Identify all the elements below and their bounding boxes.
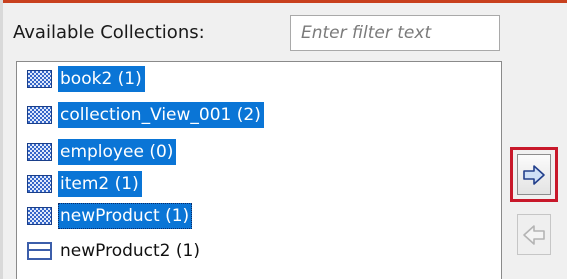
list-item-label: collection_View_001 (2) xyxy=(58,102,264,128)
collections-dialog: Available Collections: book2 (1) collect… xyxy=(0,0,567,279)
arrow-right-icon xyxy=(523,164,545,185)
collection-icon xyxy=(27,70,52,88)
list-item-item2[interactable]: item2 (1) xyxy=(27,171,142,197)
collection-icon xyxy=(27,143,52,161)
list-item-label: newProduct (1) xyxy=(58,203,193,229)
top-accent-bar xyxy=(0,0,567,3)
collection-icon xyxy=(27,106,52,124)
list-item-employee[interactable]: employee (0) xyxy=(27,139,177,165)
list-item-label: newProduct2 (1) xyxy=(60,241,200,261)
list-item-book2[interactable]: book2 (1) xyxy=(27,66,145,92)
arrow-left-icon xyxy=(523,224,545,245)
collection-icon xyxy=(27,207,52,225)
available-collections-label: Available Collections: xyxy=(13,22,205,43)
list-item-newproduct[interactable]: newProduct (1) xyxy=(27,203,193,229)
list-item-collection-view-001[interactable]: collection_View_001 (2) xyxy=(27,102,264,128)
remove-selected-button[interactable] xyxy=(517,214,551,255)
add-selected-button[interactable] xyxy=(517,154,551,195)
collections-list[interactable]: book2 (1) collection_View_001 (2) employ… xyxy=(16,61,502,279)
list-item-newproduct2[interactable]: newProduct2 (1) xyxy=(27,238,203,264)
list-item-label: item2 (1) xyxy=(58,171,142,197)
left-edge xyxy=(0,0,3,279)
list-item-label: book2 (1) xyxy=(58,66,145,92)
filter-input[interactable] xyxy=(290,15,500,51)
list-item-label: employee (0) xyxy=(58,139,177,165)
collection-icon xyxy=(27,175,52,193)
collection-icon xyxy=(27,242,52,260)
